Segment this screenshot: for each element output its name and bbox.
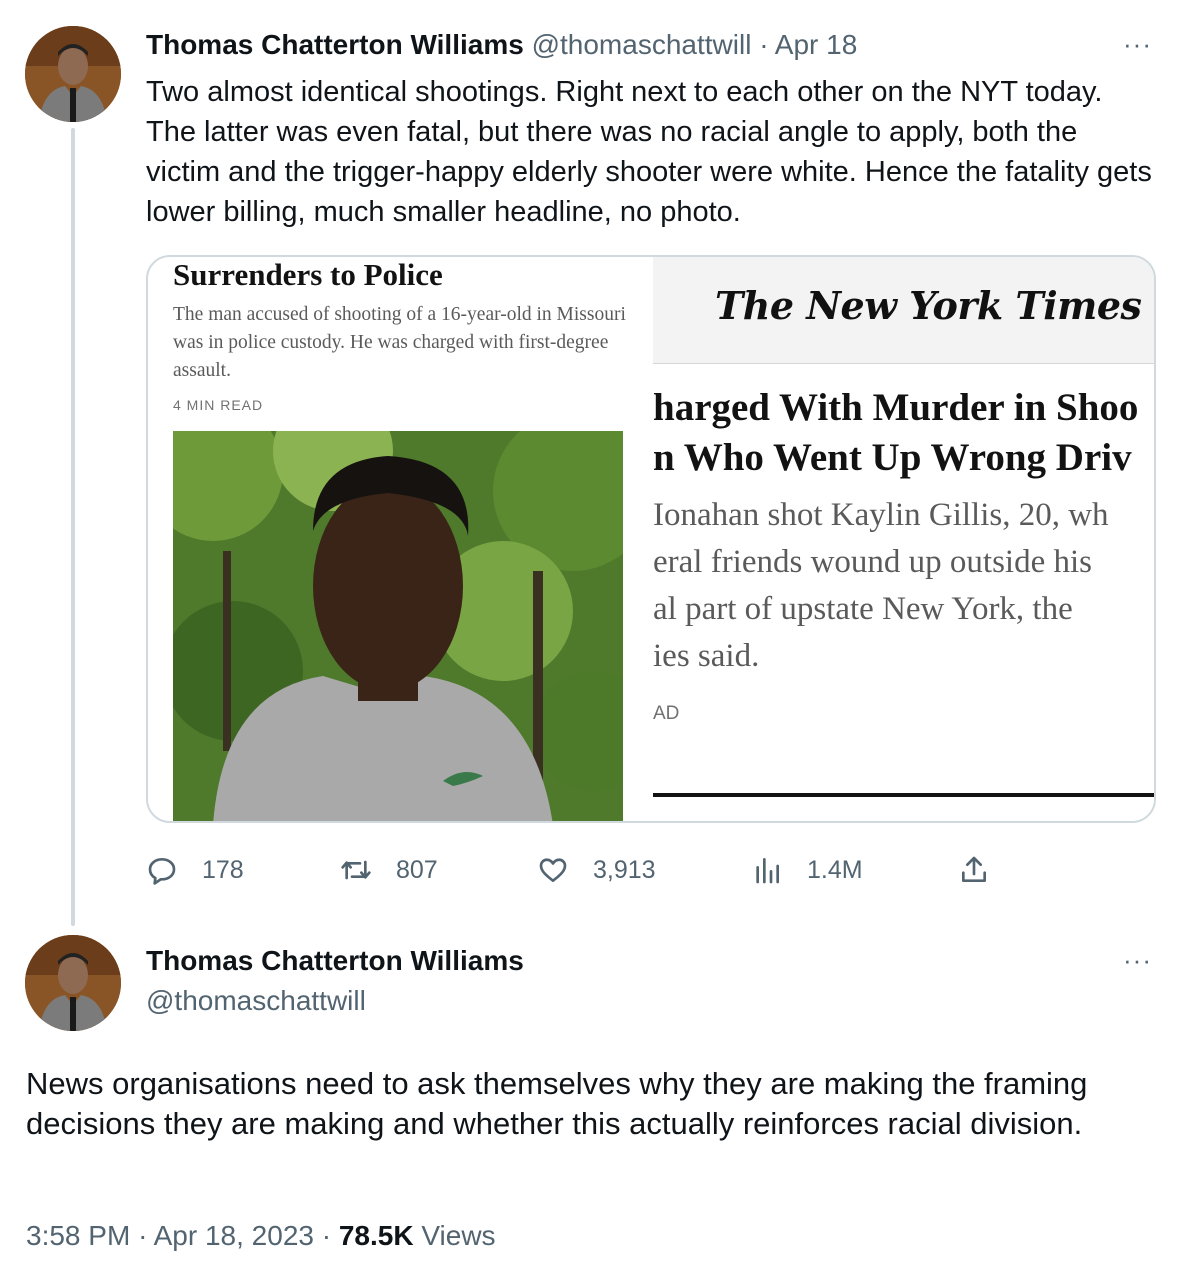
article-read-time: AD [653, 703, 680, 724]
like-count: 3,913 [593, 855, 656, 884]
meta-separator: · [138, 1220, 148, 1251]
views-button[interactable]: 1.4M [751, 852, 863, 888]
like-button[interactable]: 3,913 [537, 852, 656, 888]
tweet-text: Two almost identical shootings. Right ne… [146, 76, 1152, 228]
article-read-time: 4 MIN READ [173, 397, 264, 413]
share-button[interactable] [958, 852, 1014, 888]
retweet-icon [340, 854, 372, 886]
reply-icon [146, 854, 178, 886]
author-name[interactable]: Thomas Chatterton Williams [146, 944, 524, 978]
retweet-button[interactable]: 807 [340, 852, 438, 888]
header-separator: · [759, 29, 769, 60]
tweet1-header: Thomas Chatterton Williams @thomaschattw… [146, 28, 857, 62]
article-left: Surrenders to Police The man accused of … [148, 257, 653, 821]
tweet-actions: 178 807 3,913 1.4M [146, 852, 1156, 888]
avatar[interactable] [25, 935, 121, 1031]
article-summary: The man accused of shooting of a 16-year… [173, 304, 626, 381]
views-label: Views [421, 1220, 496, 1251]
article-right: The New York Times harged With Murder in… [653, 257, 1154, 821]
more-options-icon[interactable]: ··· [1123, 31, 1152, 57]
tweet-meta: 3:58 PM · Apr 18, 2023 · 78.5K Views [26, 1218, 496, 1254]
nyt-logo: The New York Times [715, 283, 1142, 328]
article-summary-line: al part of upstate New York, the [653, 591, 1073, 627]
views-count: 78.5K [338, 1220, 414, 1251]
nyt-masthead: The New York Times [653, 257, 1154, 364]
author-name[interactable]: Thomas Chatterton Williams [146, 29, 524, 60]
like-icon [537, 854, 569, 886]
article-summary-line: ies said. [653, 638, 760, 674]
tweet-time[interactable]: 3:58 PM [26, 1220, 130, 1251]
reply-count: 178 [202, 855, 244, 884]
article-photo [173, 431, 623, 821]
views-icon [751, 854, 783, 886]
tweet-media-image[interactable]: Surrenders to Police The man accused of … [146, 255, 1156, 823]
avatar[interactable] [25, 26, 121, 122]
reply-button[interactable]: 178 [146, 852, 244, 888]
avatar-photo [25, 935, 121, 1031]
article-headline: Surrenders to Police [173, 257, 443, 292]
avatar-photo [25, 26, 121, 122]
tweet-date[interactable]: Apr 18, 2023 [154, 1220, 314, 1251]
article-summary-line: Ionahan shot Kaylin Gillis, 20, wh [653, 497, 1109, 533]
article-divider [653, 793, 1154, 797]
author-handle[interactable]: @thomaschattwill [532, 29, 752, 60]
author-handle[interactable]: @thomaschattwill [146, 984, 366, 1018]
more-options-icon[interactable]: ··· [1123, 947, 1152, 973]
share-icon [958, 854, 990, 886]
article-summary-line: eral friends wound up outside his [653, 544, 1093, 580]
views-count: 1.4M [807, 855, 863, 884]
tweet-text: News organisations need to ask themselve… [26, 1066, 1088, 1141]
tweet-date[interactable]: Apr 18 [775, 29, 858, 60]
retweet-count: 807 [396, 855, 438, 884]
thread-connector-line [71, 128, 75, 926]
article-headline-line: harged With Murder in Shoo [653, 386, 1139, 429]
article-headline-line: n Who Went Up Wrong Driv [653, 436, 1132, 479]
meta-separator: · [321, 1220, 332, 1251]
